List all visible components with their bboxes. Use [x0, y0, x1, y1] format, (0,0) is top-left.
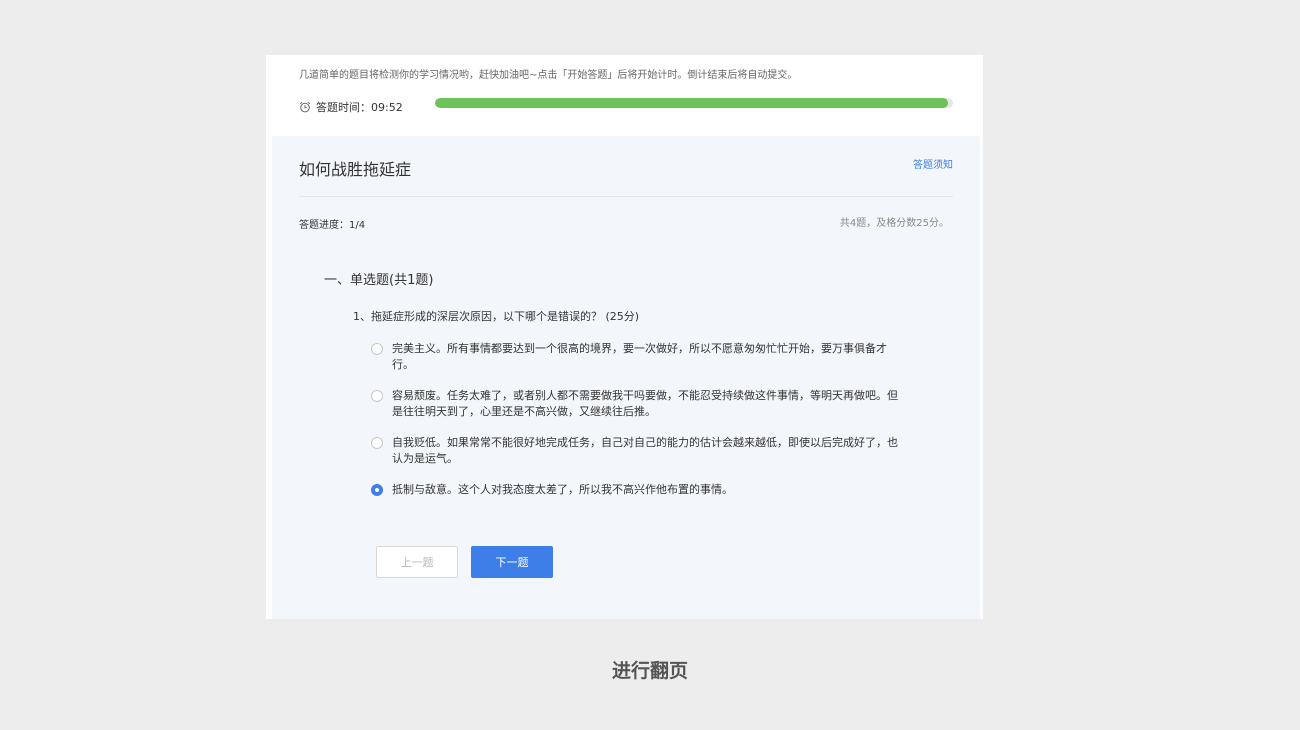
answer-option-d[interactable]: 抵制与敌意。这个人对我态度太差了，所以我不高兴作他布置的事情。 — [371, 482, 911, 498]
quiz-card: 几道简单的题目将检测你的学习情况哟，赶快加油吧~点击「开始答题」后将开始计时。倒… — [266, 55, 983, 619]
timer-progress-bar — [435, 98, 953, 108]
radio-button[interactable] — [371, 437, 383, 449]
answer-timer: 答题时间：09:52 — [299, 99, 403, 115]
answer-option-b[interactable]: 容易颓废。任务太难了，或者别人都不需要做我干吗要做，不能忍受持续做这件事情，等明… — [371, 388, 911, 420]
answer-option-c[interactable]: 自我贬低。如果常常不能很好地完成任务，自己对自己的能力的估计会越来越低，即使以后… — [371, 435, 911, 467]
radio-button[interactable] — [371, 484, 383, 496]
quiz-summary-text: 共4题，及格分数25分。 — [839, 218, 949, 229]
intro-text: 几道简单的题目将检测你的学习情况哟，赶快加油吧~点击「开始答题」后将开始计时。倒… — [299, 70, 798, 81]
next-question-button[interactable]: 下一题 — [471, 546, 553, 578]
answer-options: 完美主义。所有事情都要达到一个很高的境界，要一次做好，所以不愿意匆匆忙忙开始，要… — [371, 341, 911, 513]
option-label: 完美主义。所有事情都要达到一个很高的境界，要一次做好，所以不愿意匆匆忙忙开始，要… — [392, 342, 887, 371]
timer-label: 答题时间：09:52 — [316, 101, 403, 114]
quiz-title: 如何战胜拖延症 — [299, 160, 412, 179]
radio-button[interactable] — [371, 343, 383, 355]
quiz-panel: 如何战胜拖延症 答题须知 答题进度：1/4 共4题，及格分数25分。 一、单选题… — [272, 136, 980, 619]
answer-progress-text: 答题进度：1/4 — [299, 220, 366, 231]
previous-question-button[interactable]: 上一题 — [376, 546, 458, 578]
question-text: 1、拖延症形成的深层次原因，以下哪个是错误的？ (25分) — [353, 310, 640, 323]
answer-option-a[interactable]: 完美主义。所有事情都要达到一个很高的境界，要一次做好，所以不愿意匆匆忙忙开始，要… — [371, 341, 911, 373]
option-label: 自我贬低。如果常常不能很好地完成任务，自己对自己的能力的估计会越来越低，即使以后… — [392, 436, 898, 465]
option-label: 容易颓废。任务太难了，或者别人都不需要做我干吗要做，不能忍受持续做这件事情，等明… — [392, 389, 898, 418]
radio-button[interactable] — [371, 390, 383, 402]
quiz-rules-link[interactable]: 答题须知 — [913, 156, 953, 171]
divider — [299, 196, 953, 197]
timer-progress-fill — [435, 98, 948, 108]
alarm-clock-icon — [299, 101, 311, 113]
caption: 进行翻页 — [611, 660, 688, 682]
option-label: 抵制与敌意。这个人对我态度太差了，所以我不高兴作他布置的事情。 — [392, 483, 733, 496]
section-title: 一、单选题(共1题) — [324, 273, 434, 288]
